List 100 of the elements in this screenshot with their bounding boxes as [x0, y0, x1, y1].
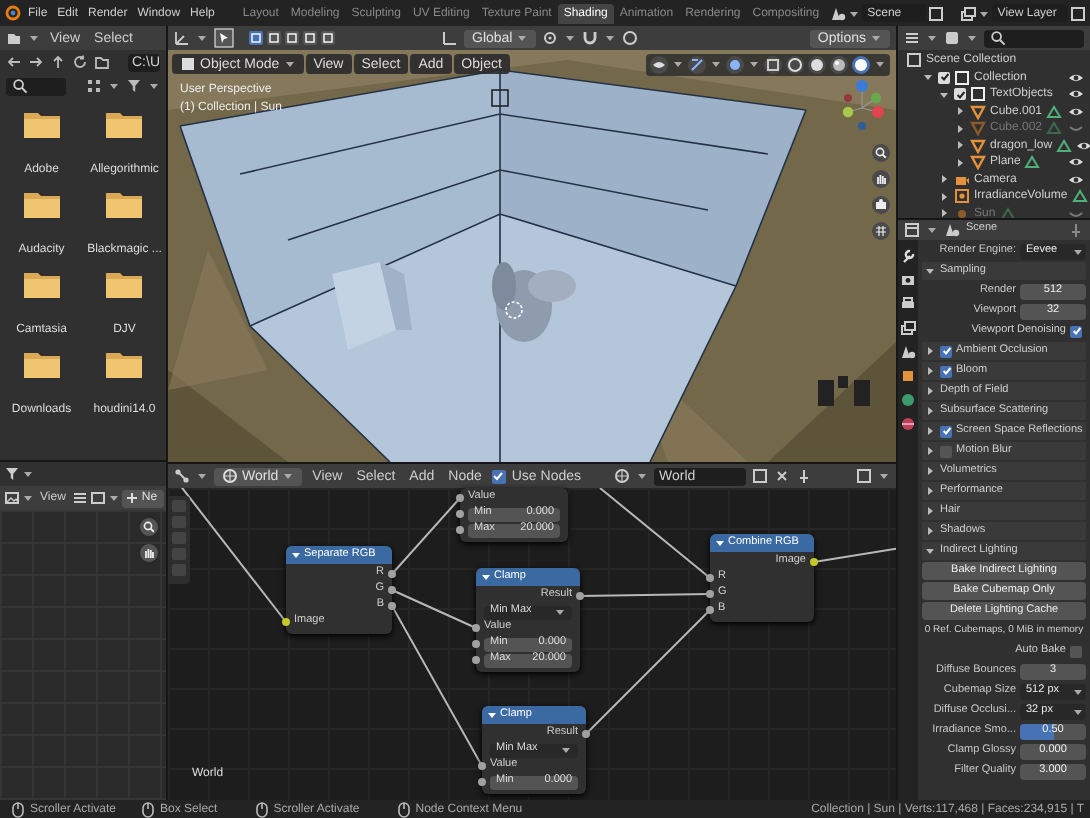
modifier-icon[interactable]: [1071, 188, 1088, 205]
expander-icon[interactable]: [954, 138, 966, 153]
expander-icon[interactable]: [924, 484, 936, 498]
pin-icon[interactable]: [1068, 222, 1084, 238]
overlay-icon[interactable]: [726, 56, 744, 74]
expander-icon[interactable]: [922, 70, 934, 85]
xray-icon[interactable]: [764, 56, 782, 74]
socket-dot[interactable]: [582, 730, 590, 738]
globe-icon[interactable]: [613, 468, 630, 484]
expander-icon[interactable]: [938, 172, 950, 187]
expander-icon[interactable]: [924, 504, 936, 518]
wireframe-shading-icon[interactable]: [786, 56, 804, 74]
expander-icon[interactable]: [924, 264, 936, 278]
hand-icon[interactable]: [872, 170, 890, 188]
hamburger-icon[interactable]: [71, 490, 88, 506]
expander-icon[interactable]: [924, 404, 936, 418]
camera-icon[interactable]: [872, 196, 890, 214]
socket-dot[interactable]: [810, 558, 818, 566]
search-field[interactable]: [6, 77, 66, 95]
search-field[interactable]: [984, 29, 1084, 47]
probe-icon[interactable]: [954, 188, 970, 205]
eye-icon[interactable]: [1068, 69, 1084, 86]
checkbox[interactable]: [938, 71, 950, 84]
proportional-icon[interactable]: [622, 30, 639, 46]
socket-dot[interactable]: [388, 602, 396, 610]
checkbox[interactable]: [940, 445, 952, 457]
folder-icon[interactable]: [104, 110, 145, 140]
new-folder-icon[interactable]: [94, 54, 110, 70]
folder-icon[interactable]: [104, 350, 145, 380]
folder-icon[interactable]: [6, 30, 22, 46]
blender-logo-icon[interactable]: [4, 4, 22, 22]
folder-icon[interactable]: [21, 270, 62, 300]
image-icon[interactable]: [89, 490, 106, 506]
socket-dot[interactable]: [472, 624, 480, 632]
socket-dot[interactable]: [456, 494, 464, 502]
layers-icon[interactable]: [900, 320, 916, 336]
node-editor-icon[interactable]: [174, 468, 190, 484]
socket-dot[interactable]: [388, 570, 396, 578]
close-icon[interactable]: [773, 468, 790, 484]
camera-icon[interactable]: [954, 171, 970, 188]
printer-icon[interactable]: [900, 296, 916, 312]
grid-view-icon[interactable]: [86, 78, 102, 94]
checkbox[interactable]: [954, 88, 966, 101]
list-icon[interactable]: [904, 30, 920, 46]
folder-icon[interactable]: [21, 110, 62, 140]
arrow-right-icon[interactable]: [28, 54, 44, 70]
cursor-icon[interactable]: [214, 28, 234, 48]
socket-dot[interactable]: [706, 574, 714, 582]
expander-icon[interactable]: [924, 544, 936, 558]
socket-dot[interactable]: [576, 592, 584, 600]
magnet-icon[interactable]: [582, 30, 599, 46]
material-shading-icon[interactable]: [830, 56, 848, 74]
camera-icon[interactable]: [900, 272, 916, 288]
folder-icon[interactable]: [104, 190, 145, 220]
eye-icon[interactable]: [1068, 154, 1084, 171]
layers-icon[interactable]: [959, 5, 976, 21]
image-icon[interactable]: [4, 490, 20, 506]
wrench-icon[interactable]: [900, 248, 916, 264]
socket-dot[interactable]: [478, 762, 486, 770]
socket-dot[interactable]: [282, 618, 290, 626]
pin-icon[interactable]: [795, 468, 812, 484]
expander-icon[interactable]: [938, 189, 950, 204]
zoom-icon[interactable]: [140, 518, 158, 536]
folder-icon[interactable]: [21, 350, 62, 380]
filter-icon[interactable]: [126, 78, 142, 94]
expander-icon[interactable]: [924, 524, 936, 538]
socket-dot[interactable]: [388, 586, 396, 594]
folder-icon[interactable]: [104, 270, 145, 300]
checkbox[interactable]: [1070, 645, 1082, 657]
box-icon[interactable]: [900, 368, 916, 384]
folder-icon[interactable]: [21, 190, 62, 220]
eye-icon[interactable]: [1068, 171, 1084, 188]
refresh-icon[interactable]: [72, 54, 88, 70]
expander-icon[interactable]: [924, 424, 936, 438]
eye-icon[interactable]: [1068, 103, 1084, 120]
eye-icon[interactable]: [650, 56, 668, 74]
expander-icon[interactable]: [954, 155, 966, 170]
socket-dot[interactable]: [706, 606, 714, 614]
zoom-icon[interactable]: [872, 144, 890, 162]
display-mode-icon[interactable]: [944, 30, 960, 46]
solid-shading-icon[interactable]: [808, 56, 826, 74]
hand-icon[interactable]: [140, 544, 158, 562]
socket-dot[interactable]: [706, 590, 714, 598]
expander-icon[interactable]: [938, 87, 950, 102]
arrow-up-icon[interactable]: [50, 54, 66, 70]
expander-icon[interactable]: [924, 464, 936, 478]
eye-icon[interactable]: [1076, 137, 1090, 154]
axes-icon[interactable]: [174, 30, 190, 46]
globe-icon[interactable]: [900, 416, 916, 432]
expander-icon[interactable]: [954, 121, 966, 136]
expander-icon[interactable]: [924, 364, 936, 378]
orientation-icon[interactable]: [442, 30, 458, 46]
arrow-left-icon[interactable]: [6, 54, 22, 70]
expander-icon[interactable]: [924, 344, 936, 358]
properties-icon[interactable]: [904, 222, 920, 238]
eye-icon[interactable]: [1068, 86, 1084, 103]
gizmo-icon[interactable]: [688, 56, 706, 74]
grid-icon[interactable]: [872, 222, 890, 240]
pivot-icon[interactable]: [542, 30, 559, 46]
globe-icon[interactable]: [900, 392, 916, 408]
